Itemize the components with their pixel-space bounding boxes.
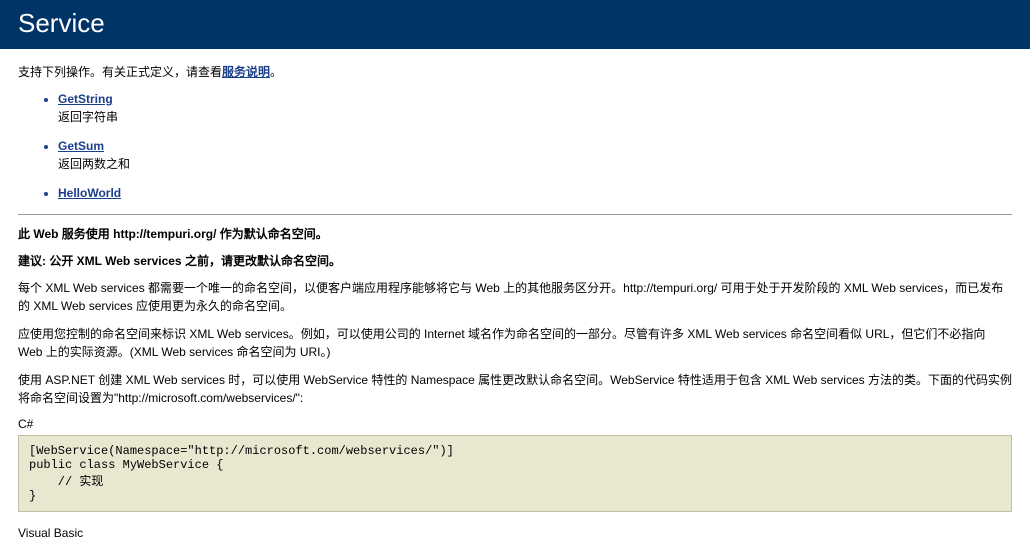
operation-desc: 返回两数之和 <box>58 155 1012 172</box>
list-item: GetSum 返回两数之和 <box>58 139 1012 172</box>
operation-link-getsum[interactable]: GetSum <box>58 139 104 153</box>
operations-list: GetString 返回字符串 GetSum 返回两数之和 HelloWorld <box>58 92 1012 200</box>
code-label-vb: Visual Basic <box>18 526 1012 540</box>
intro-suffix: 。 <box>270 65 282 79</box>
list-item: HelloWorld <box>58 186 1012 200</box>
page-header: Service <box>0 0 1030 49</box>
operation-desc: 返回字符串 <box>58 108 1012 125</box>
service-description-link[interactable]: 服务说明 <box>222 65 270 79</box>
notice-recommend: 建议: 公开 XML Web services 之前，请更改默认命名空间。 <box>18 252 1012 269</box>
intro-line: 支持下列操作。有关正式定义，请查看服务说明。 <box>18 63 1012 80</box>
list-item: GetString 返回字符串 <box>58 92 1012 125</box>
intro-prefix: 支持下列操作。有关正式定义，请查看 <box>18 65 222 79</box>
operation-link-getstring[interactable]: GetString <box>58 92 113 106</box>
operation-link-helloworld[interactable]: HelloWorld <box>58 186 121 200</box>
code-label-csharp: C# <box>18 417 1012 431</box>
divider <box>18 214 1012 215</box>
paragraph: 应使用您控制的命名空间来标识 XML Web services。例如，可以使用公… <box>18 325 1012 361</box>
code-block-csharp: [WebService(Namespace="http://microsoft.… <box>18 435 1012 512</box>
page-title: Service <box>18 8 1012 39</box>
notice-namespace: 此 Web 服务使用 http://tempuri.org/ 作为默认命名空间。 <box>18 225 1012 242</box>
paragraph: 使用 ASP.NET 创建 XML Web services 时，可以使用 We… <box>18 371 1012 407</box>
paragraph: 每个 XML Web services 都需要一个唯一的命名空间，以便客户端应用… <box>18 279 1012 315</box>
page-content: 支持下列操作。有关正式定义，请查看服务说明。 GetString 返回字符串 G… <box>0 49 1030 558</box>
